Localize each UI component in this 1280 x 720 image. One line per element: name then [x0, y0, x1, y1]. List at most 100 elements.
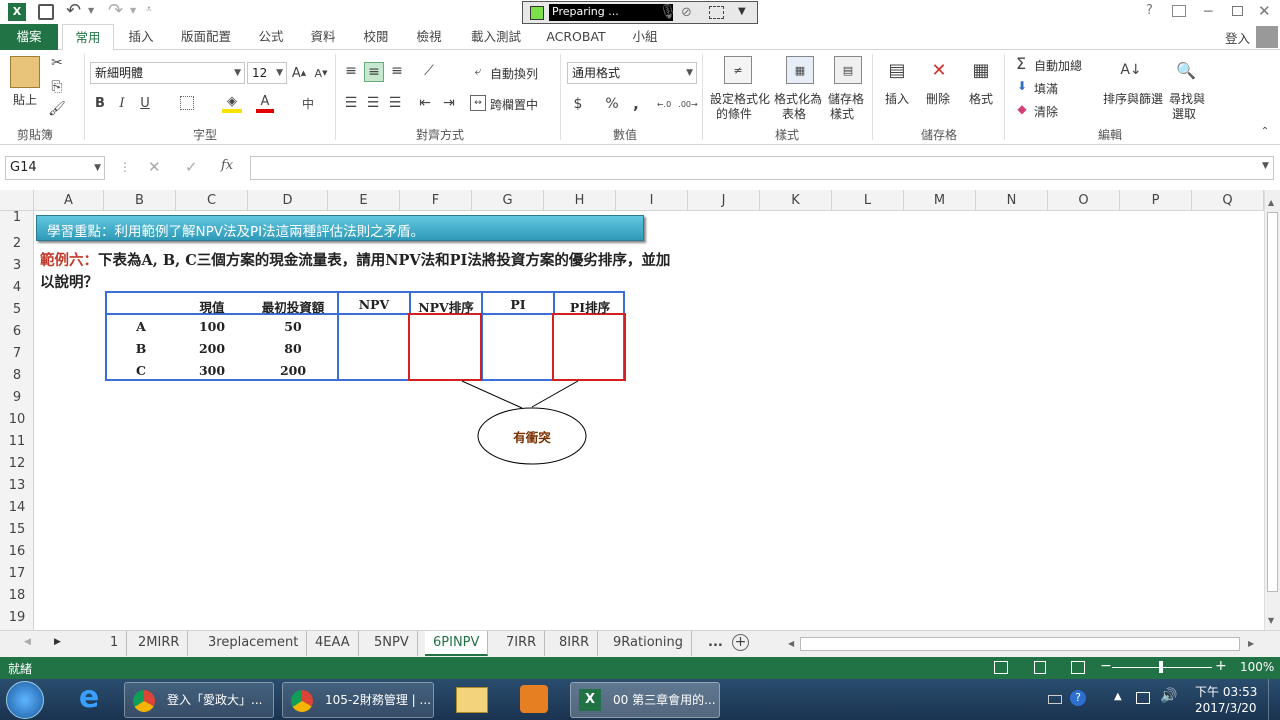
- row-header-10[interactable]: 10: [0, 409, 34, 431]
- autosum-button[interactable]: 自動加總: [1034, 57, 1082, 74]
- bold-icon[interactable]: B: [92, 93, 108, 113]
- column-header-b[interactable]: B: [104, 190, 176, 211]
- undo-dropdown-icon[interactable]: ▼: [88, 6, 94, 15]
- confirm-entry-icon[interactable]: ✓: [185, 158, 198, 176]
- network-icon[interactable]: [1136, 692, 1150, 704]
- merge-center-button[interactable]: 跨欄置中: [490, 96, 538, 113]
- row-header-13[interactable]: 13: [0, 475, 34, 497]
- fill-color-icon[interactable]: ◈: [222, 93, 242, 113]
- zoom-out-icon[interactable]: −: [1100, 658, 1112, 674]
- microphone-icon[interactable]: 🎙: [659, 4, 677, 20]
- decrease-decimal-icon[interactable]: .00→: [678, 94, 698, 114]
- tab-acrobat[interactable]: ACROBAT: [540, 24, 612, 50]
- comma-style-icon[interactable]: ,: [628, 94, 644, 114]
- new-sheet-icon[interactable]: +: [732, 634, 749, 651]
- phonetic-icon[interactable]: 中: [298, 93, 318, 113]
- prev-sheet-icon[interactable]: ◀: [24, 637, 31, 647]
- format-cells-icon[interactable]: ▦: [968, 56, 994, 84]
- column-header-l[interactable]: L: [832, 190, 904, 211]
- row-header-14[interactable]: 14: [0, 497, 34, 519]
- minimize-icon[interactable]: ─: [1204, 4, 1212, 20]
- sheet-tab-8[interactable]: 9Rationing: [605, 631, 692, 656]
- column-header-g[interactable]: G: [472, 190, 544, 211]
- sign-in-link[interactable]: 登入: [1225, 28, 1250, 47]
- sheet-tab-0[interactable]: 1: [102, 631, 128, 656]
- row-header-17[interactable]: 17: [0, 563, 34, 585]
- font-size-select[interactable]: 12 ▼: [247, 62, 287, 84]
- sheet-tab-1[interactable]: 2MIRR: [130, 631, 189, 656]
- italic-icon[interactable]: I: [114, 93, 130, 113]
- column-header-e[interactable]: E: [328, 190, 400, 211]
- redo-icon[interactable]: ↷: [108, 0, 123, 21]
- percent-icon[interactable]: %: [604, 94, 620, 114]
- avatar[interactable]: [1256, 26, 1278, 48]
- row-header-9[interactable]: 9: [0, 387, 34, 409]
- scroll-down-icon[interactable]: ▼: [1268, 616, 1274, 625]
- format-as-table-icon[interactable]: ▦: [786, 56, 814, 84]
- fill-button[interactable]: 填滿: [1034, 80, 1058, 97]
- redo-dropdown-icon[interactable]: ▼: [130, 6, 136, 15]
- worksheet[interactable]: 學習重點：利用範例了解NPV法及PI法這兩種評估法則之矛盾。 範例六：下表為A,…: [34, 211, 1264, 630]
- taskbar-chrome-2[interactable]: 105-2財務管理 | ...: [282, 682, 434, 718]
- column-header-f[interactable]: F: [400, 190, 472, 211]
- start-button-icon[interactable]: [6, 681, 44, 719]
- next-sheet-icon[interactable]: ▶: [54, 637, 61, 647]
- customize-qat-icon[interactable]: ⩡: [146, 4, 152, 15]
- find-select-button-line2[interactable]: 選取: [1172, 105, 1196, 122]
- currency-icon[interactable]: $: [570, 94, 586, 114]
- clock-date[interactable]: 2017/3/20: [1195, 701, 1257, 715]
- clear-icon[interactable]: ◆: [1014, 101, 1030, 117]
- taskbar-chrome-1[interactable]: 登入「愛政大」...: [124, 682, 274, 718]
- row-header-8[interactable]: 8: [0, 365, 34, 387]
- media-player-icon[interactable]: [520, 685, 548, 713]
- row-header-16[interactable]: 16: [0, 541, 34, 563]
- formula-input[interactable]: [250, 156, 1274, 180]
- column-header-n[interactable]: N: [976, 190, 1048, 211]
- row-header-1[interactable]: 1: [0, 207, 34, 229]
- row-header-2[interactable]: 2: [0, 233, 34, 255]
- column-header-p[interactable]: P: [1120, 190, 1192, 211]
- row-header-19[interactable]: 19: [0, 607, 34, 629]
- hscroll-right-icon[interactable]: ▶: [1248, 639, 1254, 648]
- ime-help-icon[interactable]: ?: [1070, 690, 1086, 706]
- cell-styles-button-line2[interactable]: 樣式: [830, 105, 854, 122]
- borders-icon[interactable]: [180, 96, 194, 110]
- zoom-thumb[interactable]: [1159, 661, 1163, 673]
- copy-icon[interactable]: ⎘: [48, 78, 66, 96]
- conditional-format-button-line2[interactable]: 的條件: [716, 105, 752, 122]
- tab-team[interactable]: 小組: [620, 24, 670, 50]
- wrap-text-icon[interactable]: ⤶: [470, 63, 486, 79]
- sheet-tab-9[interactable]: ...: [700, 631, 731, 656]
- row-header-7[interactable]: 7: [0, 343, 34, 365]
- save-icon[interactable]: [38, 4, 54, 20]
- tab-insert[interactable]: 插入: [118, 24, 164, 50]
- scroll-thumb[interactable]: [1267, 212, 1278, 592]
- wrap-text-button[interactable]: 自動換列: [490, 65, 538, 82]
- row-header-5[interactable]: 5: [0, 299, 34, 321]
- expand-formula-icon[interactable]: ▼: [1262, 161, 1269, 171]
- taskbar-excel[interactable]: X 00 第三章會用的...: [570, 682, 720, 718]
- row-header-3[interactable]: 3: [0, 255, 34, 277]
- tab-review[interactable]: 校閱: [353, 24, 399, 50]
- autosum-icon[interactable]: Σ: [1012, 54, 1030, 73]
- column-header-j[interactable]: J: [688, 190, 760, 211]
- format-cells-button[interactable]: 格式: [969, 90, 993, 107]
- sheet-tab-2[interactable]: 3replacement: [200, 631, 308, 656]
- sort-filter-button[interactable]: 排序與篩選: [1103, 90, 1163, 107]
- ribbon-display-icon[interactable]: [1172, 5, 1186, 17]
- tab-file[interactable]: 檔案: [0, 24, 58, 50]
- decrease-indent-icon[interactable]: ⇤: [416, 94, 434, 112]
- recording-menu-icon[interactable]: ▼: [738, 6, 746, 17]
- grow-font-icon[interactable]: A ▲: [291, 63, 307, 83]
- column-header-i[interactable]: I: [616, 190, 688, 211]
- sheet-tab-5[interactable]: 6PINPV: [425, 631, 489, 656]
- tab-formulas[interactable]: 公式: [248, 24, 294, 50]
- align-bottom-icon[interactable]: ≡: [388, 62, 406, 80]
- row-header-6[interactable]: 6: [0, 321, 34, 343]
- column-header-q[interactable]: Q: [1192, 190, 1264, 211]
- camera-off-icon[interactable]: ⊘: [681, 5, 692, 20]
- column-header-o[interactable]: O: [1048, 190, 1120, 211]
- column-header-c[interactable]: C: [176, 190, 248, 211]
- delete-cells-icon[interactable]: ✕: [926, 56, 952, 84]
- name-box[interactable]: G14 ▼: [5, 156, 105, 180]
